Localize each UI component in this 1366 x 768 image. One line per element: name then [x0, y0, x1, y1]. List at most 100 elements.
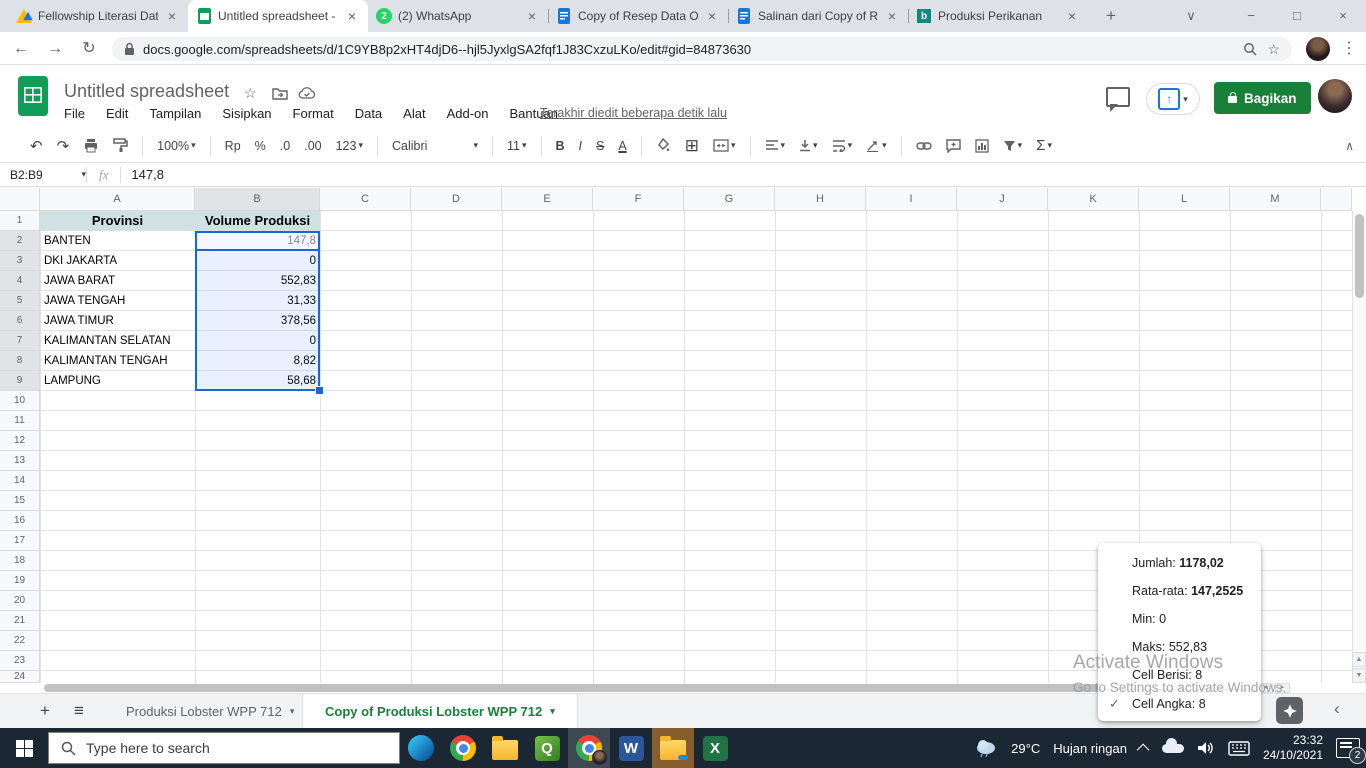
name-box[interactable]: B2:B9 ▾ — [0, 168, 86, 182]
cell-a7[interactable]: KALIMANTAN SELATAN — [40, 331, 195, 351]
zoom-icon[interactable] — [1243, 42, 1257, 56]
row-header-16[interactable]: 16 — [0, 511, 40, 531]
row-header-17[interactable]: 17 — [0, 531, 40, 551]
share-button[interactable]: Bagikan — [1214, 82, 1311, 114]
column-header-A[interactable]: A — [40, 188, 195, 211]
close-icon[interactable]: × — [704, 8, 720, 24]
address-bar[interactable]: docs.google.com/spreadsheets/d/1C9YB8p2x… — [112, 37, 1292, 61]
more-formats-button[interactable]: 123▾ — [336, 139, 363, 153]
column-header-partial[interactable] — [1321, 188, 1352, 211]
taskbar-clock[interactable]: 23:32 24/10/2021 — [1263, 733, 1323, 763]
sheet-tab-produksi-lobster[interactable]: Produksi Lobster WPP 712 ▾ — [104, 694, 316, 728]
print-button[interactable] — [83, 138, 99, 153]
scroll-right-button[interactable]: ▸ — [1275, 683, 1290, 693]
row-header-4[interactable]: 4 — [0, 271, 40, 291]
collapse-toolbar-icon[interactable]: ∧ — [1345, 139, 1354, 153]
insert-comment-button[interactable] — [946, 139, 961, 153]
column-header-J[interactable]: J — [957, 188, 1048, 211]
italic-button[interactable]: I — [579, 139, 582, 153]
cell-b1[interactable]: Volume Produksi — [195, 211, 320, 231]
column-header-E[interactable]: E — [502, 188, 593, 211]
cell-a5[interactable]: JAWA TENGAH — [40, 291, 195, 311]
comment-history-icon[interactable] — [1106, 87, 1130, 107]
taskbar-qgis-icon[interactable]: Q — [526, 728, 568, 768]
row-header-11[interactable]: 11 — [0, 411, 40, 431]
stat-cell-angka[interactable]: ✓Cell Angka: 8 — [1098, 689, 1261, 718]
scroll-up-button[interactable]: ▲ — [1352, 652, 1366, 667]
insert-link-button[interactable] — [916, 142, 932, 150]
taskbar-edge-icon[interactable] — [400, 728, 442, 768]
vertical-align-button[interactable]: ▾ — [799, 139, 818, 152]
text-color-button[interactable]: A — [618, 139, 626, 153]
add-sheet-button[interactable]: + — [40, 694, 50, 728]
row-header-1[interactable]: 1 — [0, 211, 40, 231]
bookmark-star-icon[interactable]: ☆ — [1267, 41, 1280, 58]
back-button[interactable]: ← — [8, 36, 34, 62]
account-avatar[interactable] — [1318, 79, 1352, 113]
filter-button[interactable]: ▾ — [1003, 140, 1023, 152]
currency-format-button[interactable]: Rp — [225, 139, 241, 153]
maximize-button[interactable]: □ — [1274, 0, 1320, 32]
percent-format-button[interactable]: % — [255, 139, 266, 153]
taskbar-word-icon[interactable]: W — [610, 728, 652, 768]
font-size-select[interactable]: 11▾ — [507, 139, 527, 153]
close-window-button[interactable]: × — [1320, 0, 1366, 32]
cell-a3[interactable]: DKI JAKARTA — [40, 251, 195, 271]
row-header-8[interactable]: 8 — [0, 351, 40, 371]
text-wrap-button[interactable]: ▾ — [832, 140, 853, 152]
keyboard-icon[interactable] — [1228, 741, 1250, 756]
star-document-icon[interactable]: ☆ — [244, 85, 257, 102]
present-button[interactable]: ↑ ▾ — [1146, 83, 1200, 115]
url-text[interactable]: docs.google.com/spreadsheets/d/1C9YB8p2x… — [143, 42, 1233, 57]
caret-down-icon[interactable]: ▾ — [290, 706, 295, 717]
functions-button[interactable]: Σ▾ — [1036, 137, 1052, 154]
tab-copy-resep[interactable]: Copy of Resep Data O × — [548, 0, 728, 32]
row-header-14[interactable]: 14 — [0, 471, 40, 491]
taskbar-chrome-icon[interactable] — [442, 728, 484, 768]
reload-button[interactable]: ↻ — [76, 36, 102, 62]
caret-down-icon[interactable]: ▾ — [550, 706, 555, 717]
browser-menu-icon[interactable]: ⋮ — [1336, 36, 1362, 62]
start-button[interactable] — [0, 728, 48, 768]
cell-a4[interactable]: JAWA BARAT — [40, 271, 195, 291]
menu-tampilan[interactable]: Tampilan — [149, 106, 201, 121]
explore-button[interactable] — [1276, 697, 1303, 724]
move-folder-icon[interactable] — [272, 87, 288, 100]
stat-min[interactable]: Min: 0 — [1098, 605, 1261, 633]
new-tab-button[interactable]: + — [1098, 4, 1124, 28]
increase-decimal-button[interactable]: .00 — [304, 139, 321, 153]
stat-rata-rata[interactable]: Rata-rata: 147,2525 — [1098, 577, 1261, 605]
row-header-19[interactable]: 19 — [0, 571, 40, 591]
undo-button[interactable]: ↶ — [30, 137, 43, 155]
last-edit-link[interactable]: Terakhir diedit beberapa detik lalu — [540, 106, 727, 120]
scroll-down-button[interactable]: ▼ — [1352, 668, 1366, 683]
redo-button[interactable]: ↷ — [57, 137, 70, 155]
horizontal-align-button[interactable]: ▾ — [765, 140, 786, 152]
paint-format-button[interactable] — [113, 138, 128, 153]
zoom-select[interactable]: 100%▾ — [157, 139, 196, 153]
volume-icon[interactable] — [1197, 740, 1215, 756]
active-cell-b2[interactable] — [195, 231, 320, 251]
column-header-C[interactable]: C — [320, 188, 411, 211]
sheet-tab-copy-produksi-lobster[interactable]: Copy of Produksi Lobster WPP 712 ▾ — [302, 694, 578, 728]
vertical-scrollbar-thumb[interactable] — [1355, 214, 1364, 298]
close-icon[interactable]: × — [164, 8, 180, 24]
row-header-24[interactable]: 24 — [0, 671, 40, 683]
menu-file[interactable]: File — [64, 106, 85, 121]
row-header-15[interactable]: 15 — [0, 491, 40, 511]
font-select[interactable]: Calibri▾ — [392, 139, 478, 153]
row-header-13[interactable]: 13 — [0, 451, 40, 471]
tray-expand-icon[interactable] — [1137, 743, 1150, 756]
cell-a6[interactable]: JAWA TIMUR — [40, 311, 195, 331]
row-header-2[interactable]: 2 — [0, 231, 40, 251]
column-header-D[interactable]: D — [411, 188, 502, 211]
column-header-M[interactable]: M — [1230, 188, 1321, 211]
row-header-6[interactable]: 6 — [0, 311, 40, 331]
row-header-7[interactable]: 7 — [0, 331, 40, 351]
menu-add-on[interactable]: Add-on — [447, 106, 489, 121]
cell-a8[interactable]: KALIMANTAN TENGAH — [40, 351, 195, 371]
taskbar-explorer-icon[interactable] — [484, 728, 526, 768]
taskbar-search[interactable]: Type here to search — [48, 732, 400, 764]
row-header-5[interactable]: 5 — [0, 291, 40, 311]
tab-fellowship[interactable]: Fellowship Literasi Dat × — [8, 0, 188, 32]
